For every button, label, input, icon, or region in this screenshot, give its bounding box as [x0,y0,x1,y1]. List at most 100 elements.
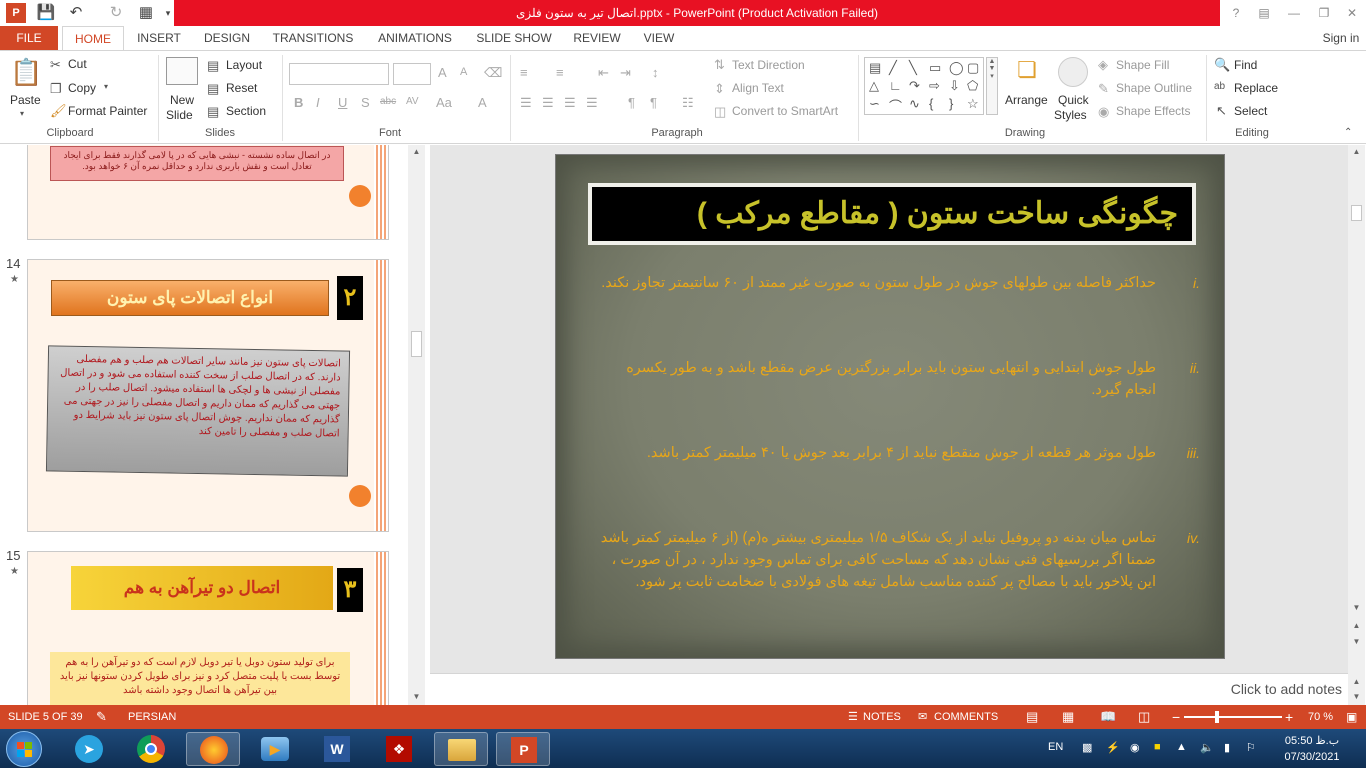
replace-button[interactable]: Replace [1234,81,1278,95]
item-4-text[interactable]: تماس میان بدنه دو پروفیل نباید از یک شکا… [596,527,1156,593]
slide-show-view-icon[interactable]: ◫ [1138,705,1150,729]
line-spacing-icon[interactable]: ↕ [652,65,659,80]
underline-button[interactable]: U [338,95,347,110]
decrease-indent-icon[interactable]: ⇤ [598,65,609,81]
new-slide-label-1[interactable]: New [170,93,194,107]
signal-icon[interactable]: ▮ [1224,741,1230,754]
columns-icon[interactable]: ☷ [682,95,694,111]
cut-button[interactable]: Cut [68,57,87,71]
close-button[interactable]: ✕ [1342,3,1362,23]
format-painter-button[interactable]: Format Painter [68,104,147,118]
grow-font-button[interactable]: A [438,65,447,80]
font-name-combo[interactable] [289,63,389,85]
language-indicator[interactable]: PERSIAN [128,705,176,729]
notes-scroll-up-icon[interactable]: ▲ [1348,675,1365,689]
copy-button[interactable]: Copy [68,81,96,95]
save-icon[interactable]: 💾 [36,3,56,23]
current-slide[interactable]: چگونگی ساخت ستون ( مقاطع مرکب ) i. حداکث… [555,154,1225,659]
notes-scroll-down-icon[interactable]: ▼ [1348,690,1365,704]
line-shape-icon-2[interactable]: ╲ [909,60,917,76]
arrange-button[interactable]: Arrange [1005,93,1048,107]
align-center-icon[interactable]: ☰ [542,95,554,111]
text-direction-button[interactable]: Text Direction [732,58,805,72]
zoom-out-icon[interactable]: − [1172,705,1180,729]
sign-in-link[interactable]: Sign in [1318,26,1364,50]
chrome-taskbar-icon[interactable] [124,732,178,766]
clock-time[interactable]: 05:50 ب.ظ [1280,734,1344,747]
rounded-rect-shape-icon[interactable]: ▢ [967,60,979,76]
action-center-icon[interactable]: ⚐ [1246,741,1256,754]
tab-review[interactable]: REVIEW [568,26,626,50]
tab-animations[interactable]: ANIMATIONS [370,26,460,50]
tab-design[interactable]: DESIGN [198,26,256,50]
notes-placeholder[interactable]: Click to add notes [1231,681,1342,697]
layout-button[interactable]: Layout [226,58,262,72]
tab-file[interactable]: FILE [0,26,58,50]
item-2-text[interactable]: طول جوش ابتدایی و انتهایی ستون باید براب… [596,357,1156,401]
word-taskbar-icon[interactable]: W [310,732,364,766]
fit-to-window-icon[interactable]: ▣ [1346,705,1357,729]
spell-check-icon[interactable]: ✎ [96,705,107,729]
scroll-down-arrow-icon[interactable]: ▼ [408,690,425,704]
brace-right-shape-icon[interactable]: } [949,96,953,111]
tab-slide-show[interactable]: SLIDE SHOW [472,26,556,50]
redo-icon[interactable]: ↻ [106,3,126,23]
quick-styles-label-1[interactable]: Quick [1058,93,1089,107]
slide-thumbnail-pane[interactable]: در اتصال ساده نشسته - نبشی هایی که در پا… [0,145,408,705]
paste-button[interactable]: Paste [10,93,41,107]
pentagon-shape-icon[interactable]: ⬠ [967,78,978,94]
slide-editing-area[interactable]: چگونگی ساخت ستون ( مقاطع مرکب ) i. حداکث… [430,145,1348,705]
previous-slide-icon[interactable]: ▲ [1348,619,1365,633]
strikethrough-button[interactable]: abc [380,96,396,107]
shape-effects-button[interactable]: Shape Effects [1116,104,1191,118]
zoom-in-icon[interactable]: + [1285,705,1293,729]
connector-shape-icon[interactable]: ∟ [889,78,902,93]
ltr-icon[interactable]: ¶ [628,95,635,110]
slide-thumbnail-13[interactable]: در اتصال ساده نشسته - نبشی هایی که در پا… [27,145,389,240]
zoom-slider-track[interactable] [1184,716,1282,718]
tab-view[interactable]: VIEW [638,26,680,50]
restore-button[interactable]: ❐ [1314,3,1334,23]
align-left-icon[interactable]: ☰ [520,95,532,111]
file-explorer-taskbar-icon[interactable] [434,732,488,766]
rtl-icon[interactable]: ¶ [650,95,657,110]
start-from-beginning-icon[interactable]: ▦ [136,3,156,23]
quick-styles-icon[interactable] [1058,57,1088,87]
slide-scroll-down-icon[interactable]: ▼ [1348,601,1365,615]
slide-counter[interactable]: SLIDE 5 OF 39 [8,705,83,729]
tab-insert[interactable]: INSERT [132,26,186,50]
zoom-level[interactable]: 70 % [1308,705,1333,729]
new-slide-label-2[interactable]: Slide [166,108,193,122]
tray-power-icon[interactable]: ⚡ [1106,741,1120,754]
volume-icon[interactable]: 🔈 [1200,741,1214,754]
line-shape-icon[interactable]: ╱ [889,60,897,76]
align-text-button[interactable]: Align Text [732,81,784,95]
text-shadow-button[interactable]: S [361,95,370,110]
ribbon-display-options-icon[interactable]: ▤ [1254,3,1274,23]
oval-shape-icon[interactable]: ◯ [949,60,964,76]
numbering-icon[interactable]: ≡ [556,65,564,80]
curve-shape-icon[interactable]: ∽ [869,96,880,112]
tray-network-icon[interactable]: ▩ [1082,741,1092,754]
paste-dropdown-icon[interactable]: ▾ [20,109,24,118]
rectangle-shape-icon[interactable]: ▭ [929,60,941,76]
increase-indent-icon[interactable]: ⇥ [620,65,631,81]
arrange-icon[interactable]: ❏ [1012,57,1042,87]
right-arrow-shape-icon[interactable]: ⇨ [929,78,940,94]
help-button[interactable]: ? [1226,3,1246,23]
copy-dropdown-icon[interactable]: ▾ [104,82,108,91]
select-button[interactable]: Select [1234,104,1267,118]
shapes-gallery[interactable]: ▤ ╱ ╲ ▭ ◯ ▢ △ ∟ ↷ ⇨ ⇩ ⬠ ∽ ⌒ ∿ { } ☆ [864,57,984,115]
new-slide-icon[interactable] [166,57,198,85]
thumbnail-scroll-thumb[interactable] [411,331,422,357]
textbox-shape-icon[interactable]: ▤ [869,60,881,76]
clock-date[interactable]: 07/30/2021 [1280,751,1344,763]
slide-scroll-up-icon[interactable]: ▲ [1348,145,1365,159]
notes-pane[interactable]: Click to add notes [430,673,1348,705]
paste-icon[interactable]: 📋 [10,57,42,91]
shape-outline-button[interactable]: Shape Outline [1116,81,1192,95]
bold-button[interactable]: B [294,95,303,110]
reading-view-icon[interactable]: 📖 [1100,705,1116,729]
arc-shape-icon[interactable]: ⌒ [889,96,902,115]
reset-button[interactable]: Reset [226,81,257,95]
